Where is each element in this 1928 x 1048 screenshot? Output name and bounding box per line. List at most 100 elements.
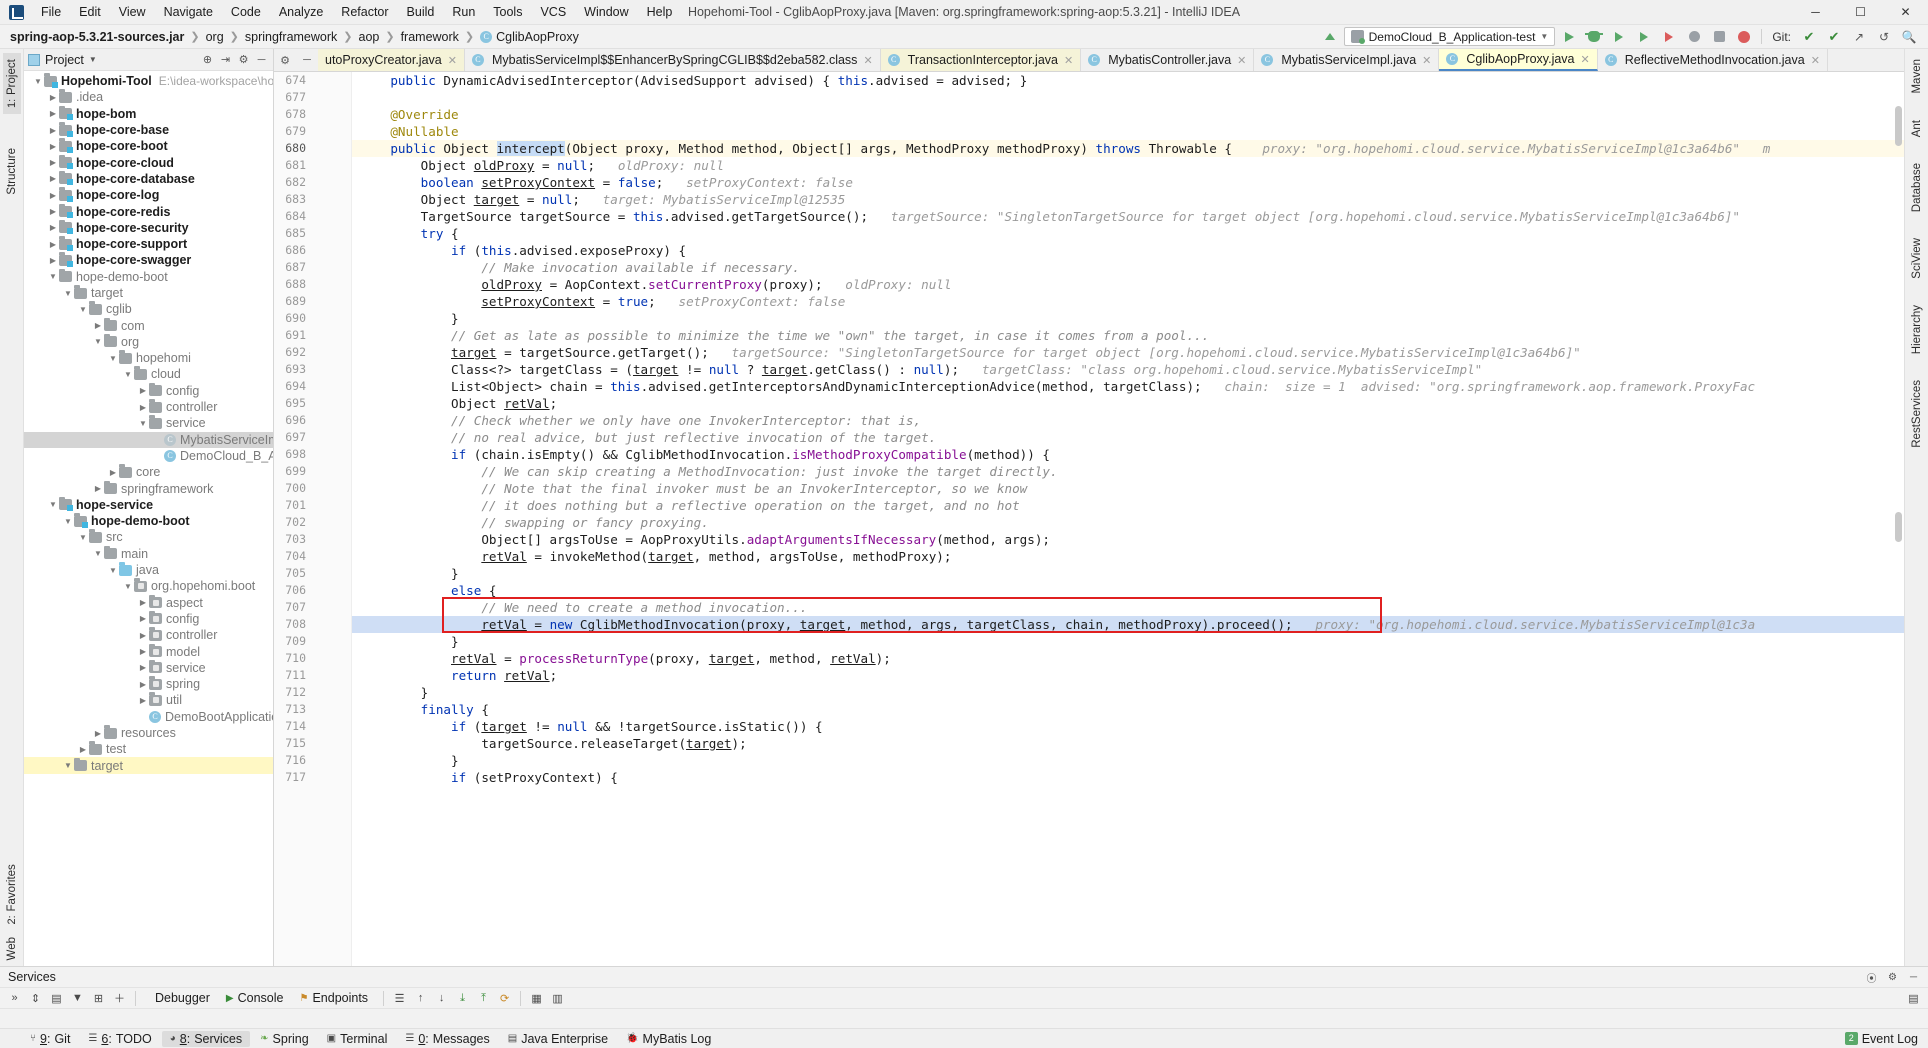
tree-node[interactable]: ▼ org.hopehomi.boot [24, 578, 273, 594]
tree-node[interactable]: ▼ hope-demo-boot [24, 513, 273, 529]
code-line[interactable]: } [352, 633, 1904, 650]
menu-navigate[interactable]: Navigate [155, 2, 222, 22]
chevron-right-icon[interactable]: ▶ [47, 223, 59, 232]
chevron-right-icon[interactable]: ▶ [47, 174, 59, 183]
help-icon[interactable]: ⦿ [1865, 971, 1878, 985]
editor-tab-5[interactable]: C CglibAopProxy.java ✕ [1439, 49, 1598, 71]
code-line[interactable]: } [352, 684, 1904, 701]
close-icon[interactable]: ✕ [1064, 54, 1073, 67]
editor-gutter[interactable]: 674 677 678 679 680 681 682 683 684 685 686 687 688 6… [274, 72, 352, 966]
code-line[interactable]: retVal = new CglibMethodInvocation(proxy… [352, 616, 1904, 633]
chevron-right-icon[interactable]: ▶ [137, 631, 149, 640]
collapse-all-icon[interactable]: ⇥ [218, 52, 233, 67]
code-line[interactable]: if (target != null && !targetSource.isSt… [352, 718, 1904, 735]
code-line[interactable]: Object retVal; [352, 395, 1904, 412]
collapse-icon[interactable]: ⇕ [27, 990, 44, 1007]
chevron-down-icon[interactable]: ▼ [47, 500, 59, 509]
tree-node[interactable]: ▶ config [24, 382, 273, 399]
tree-node[interactable]: ▶ service [24, 659, 273, 676]
settings-gear-icon[interactable]: ⚙ [236, 52, 251, 67]
chevron-down-icon[interactable]: ▼ [62, 517, 74, 526]
menu-edit[interactable]: Edit [70, 2, 110, 22]
code-line[interactable]: targetSource.releaseTarget(target); [352, 735, 1904, 752]
chevron-right-icon[interactable]: ▶ [137, 386, 149, 395]
menu-vcs[interactable]: VCS [531, 2, 575, 22]
tree-node[interactable]: ▶ hope-core-cloud [24, 154, 273, 170]
chevron-right-icon[interactable]: ▶ [47, 207, 59, 216]
tree-node[interactable]: ▼ cglib [24, 301, 273, 317]
tool-window-button-sciview[interactable]: SciView [1908, 232, 1926, 285]
code-line[interactable]: finally { [352, 701, 1904, 718]
chevron-right-icon[interactable]: ▶ [137, 680, 149, 689]
tree-node[interactable]: ▶ hope-core-swagger [24, 252, 273, 268]
menu-view[interactable]: View [110, 2, 155, 22]
code-line[interactable]: @Override [352, 106, 1904, 123]
chevron-down-icon[interactable]: ▼ [77, 533, 89, 542]
breadcrumb-item-0[interactable]: spring-aop-5.3.21-sources.jar [10, 30, 184, 44]
tree-node[interactable]: ▶ aspect [24, 594, 273, 611]
code-line[interactable]: else { [352, 582, 1904, 599]
tree-node[interactable]: ▼ cloud [24, 366, 273, 382]
close-icon[interactable]: ✕ [1422, 54, 1431, 67]
status-tab-mybatis-log[interactable]: 🐞 MyBatis Log [618, 1031, 719, 1047]
tree-node[interactable]: ▶ test [24, 741, 273, 757]
add-icon[interactable]: ＋ [111, 990, 128, 1007]
list-icon[interactable]: ☰ [391, 990, 408, 1007]
code-line[interactable]: target = targetSource.getTarget(); targe… [352, 344, 1904, 361]
stop-button[interactable] [1683, 26, 1705, 48]
chevron-right-icon[interactable]: ▶ [92, 321, 104, 330]
tool-window-button-hierarchy[interactable]: Hierarchy [1908, 299, 1926, 360]
code-line[interactable]: // Get as late as possible to minimize t… [352, 327, 1904, 344]
code-line[interactable]: // Check whether we only have one Invoke… [352, 412, 1904, 429]
code-line[interactable]: Object target = null; target: MybatisSer… [352, 191, 1904, 208]
arrow-down-icon[interactable]: ↓ [433, 990, 450, 1007]
code-line[interactable]: // it does nothing but a reflective oper… [352, 497, 1904, 514]
tree-node[interactable]: ▼ src [24, 529, 273, 545]
close-icon[interactable]: ✕ [1581, 53, 1590, 66]
tree-node[interactable]: ▼ java [24, 562, 273, 578]
menu-refactor[interactable]: Refactor [332, 2, 397, 22]
tree-node[interactable]: ▶ resources [24, 725, 273, 741]
code-line[interactable]: public Object intercept(Object proxy, Me… [352, 140, 1904, 157]
chevron-down-icon[interactable]: ▼ [122, 582, 134, 591]
menu-code[interactable]: Code [222, 2, 270, 22]
chevron-right-icon[interactable]: ▶ [92, 484, 104, 493]
chevron-down-icon[interactable]: ▼ [92, 549, 104, 558]
status-tab-git[interactable]: ⑂ 9: Git [22, 1031, 78, 1047]
close-button[interactable]: ✕ [1883, 0, 1928, 25]
status-tab-todo[interactable]: ☰ 6: TODO [80, 1031, 159, 1047]
minimize-button[interactable]: ─ [1793, 0, 1838, 25]
hide-editor-icon[interactable]: ─ [296, 49, 318, 71]
code-line[interactable]: if (chain.isEmpty() && CglibMethodInvoca… [352, 446, 1904, 463]
tree-node[interactable]: ▶ util [24, 692, 273, 708]
chevron-down-icon[interactable]: ▼ [107, 354, 119, 363]
editor-tab-3[interactable]: C MybatisController.java ✕ [1081, 49, 1255, 71]
attach-button[interactable] [1708, 26, 1730, 48]
chevron-right-icon[interactable]: ▶ [92, 729, 104, 738]
tool-window-button-structure[interactable]: Structure [3, 142, 21, 201]
tree-node[interactable]: ▶ hope-core-support [24, 236, 273, 252]
import-icon[interactable]: ⤒ [475, 990, 492, 1007]
chevron-right-icon[interactable]: ▶ [137, 614, 149, 623]
tree-node[interactable]: ▶ hope-core-database [24, 170, 273, 187]
breadcrumb-item-2[interactable]: springframework [245, 30, 337, 44]
debug-button[interactable] [1583, 26, 1605, 48]
error-stripe[interactable] [1893, 72, 1904, 966]
chevron-right-icon[interactable]: ▶ [107, 468, 119, 477]
chevron-down-icon[interactable]: ▼ [77, 305, 89, 314]
run-configuration-selector[interactable]: DemoCloud_B_Application-test ▼ [1343, 27, 1556, 46]
code-line[interactable]: oldProxy = AopContext.setCurrentProxy(pr… [352, 276, 1904, 293]
code-lines[interactable]: public DynamicAdvisedInterceptor(Advised… [352, 72, 1904, 966]
tree-node[interactable]: ▶ hope-core-security [24, 219, 273, 236]
menu-build[interactable]: Build [398, 2, 444, 22]
chevron-right-icon[interactable]: ▶ [47, 240, 59, 249]
code-line[interactable]: Class<?> targetClass = (target != null ?… [352, 361, 1904, 378]
code-line[interactable]: boolean setProxyContext = false; setProx… [352, 174, 1904, 191]
chevron-right-icon[interactable]: ▶ [47, 256, 59, 265]
tool-window-button-restservices[interactable]: RestServices [1908, 374, 1926, 454]
chevron-right-icon[interactable]: ▶ [47, 142, 59, 151]
chevron-right-icon[interactable]: ▶ [137, 696, 149, 705]
tool-window-button-favorites[interactable]: 2: Favorites [3, 858, 21, 930]
run-button[interactable] [1558, 26, 1580, 48]
project-tree[interactable]: ▼Hopehomi-ToolE:\idea-workspace\hopehom▶… [24, 71, 273, 966]
